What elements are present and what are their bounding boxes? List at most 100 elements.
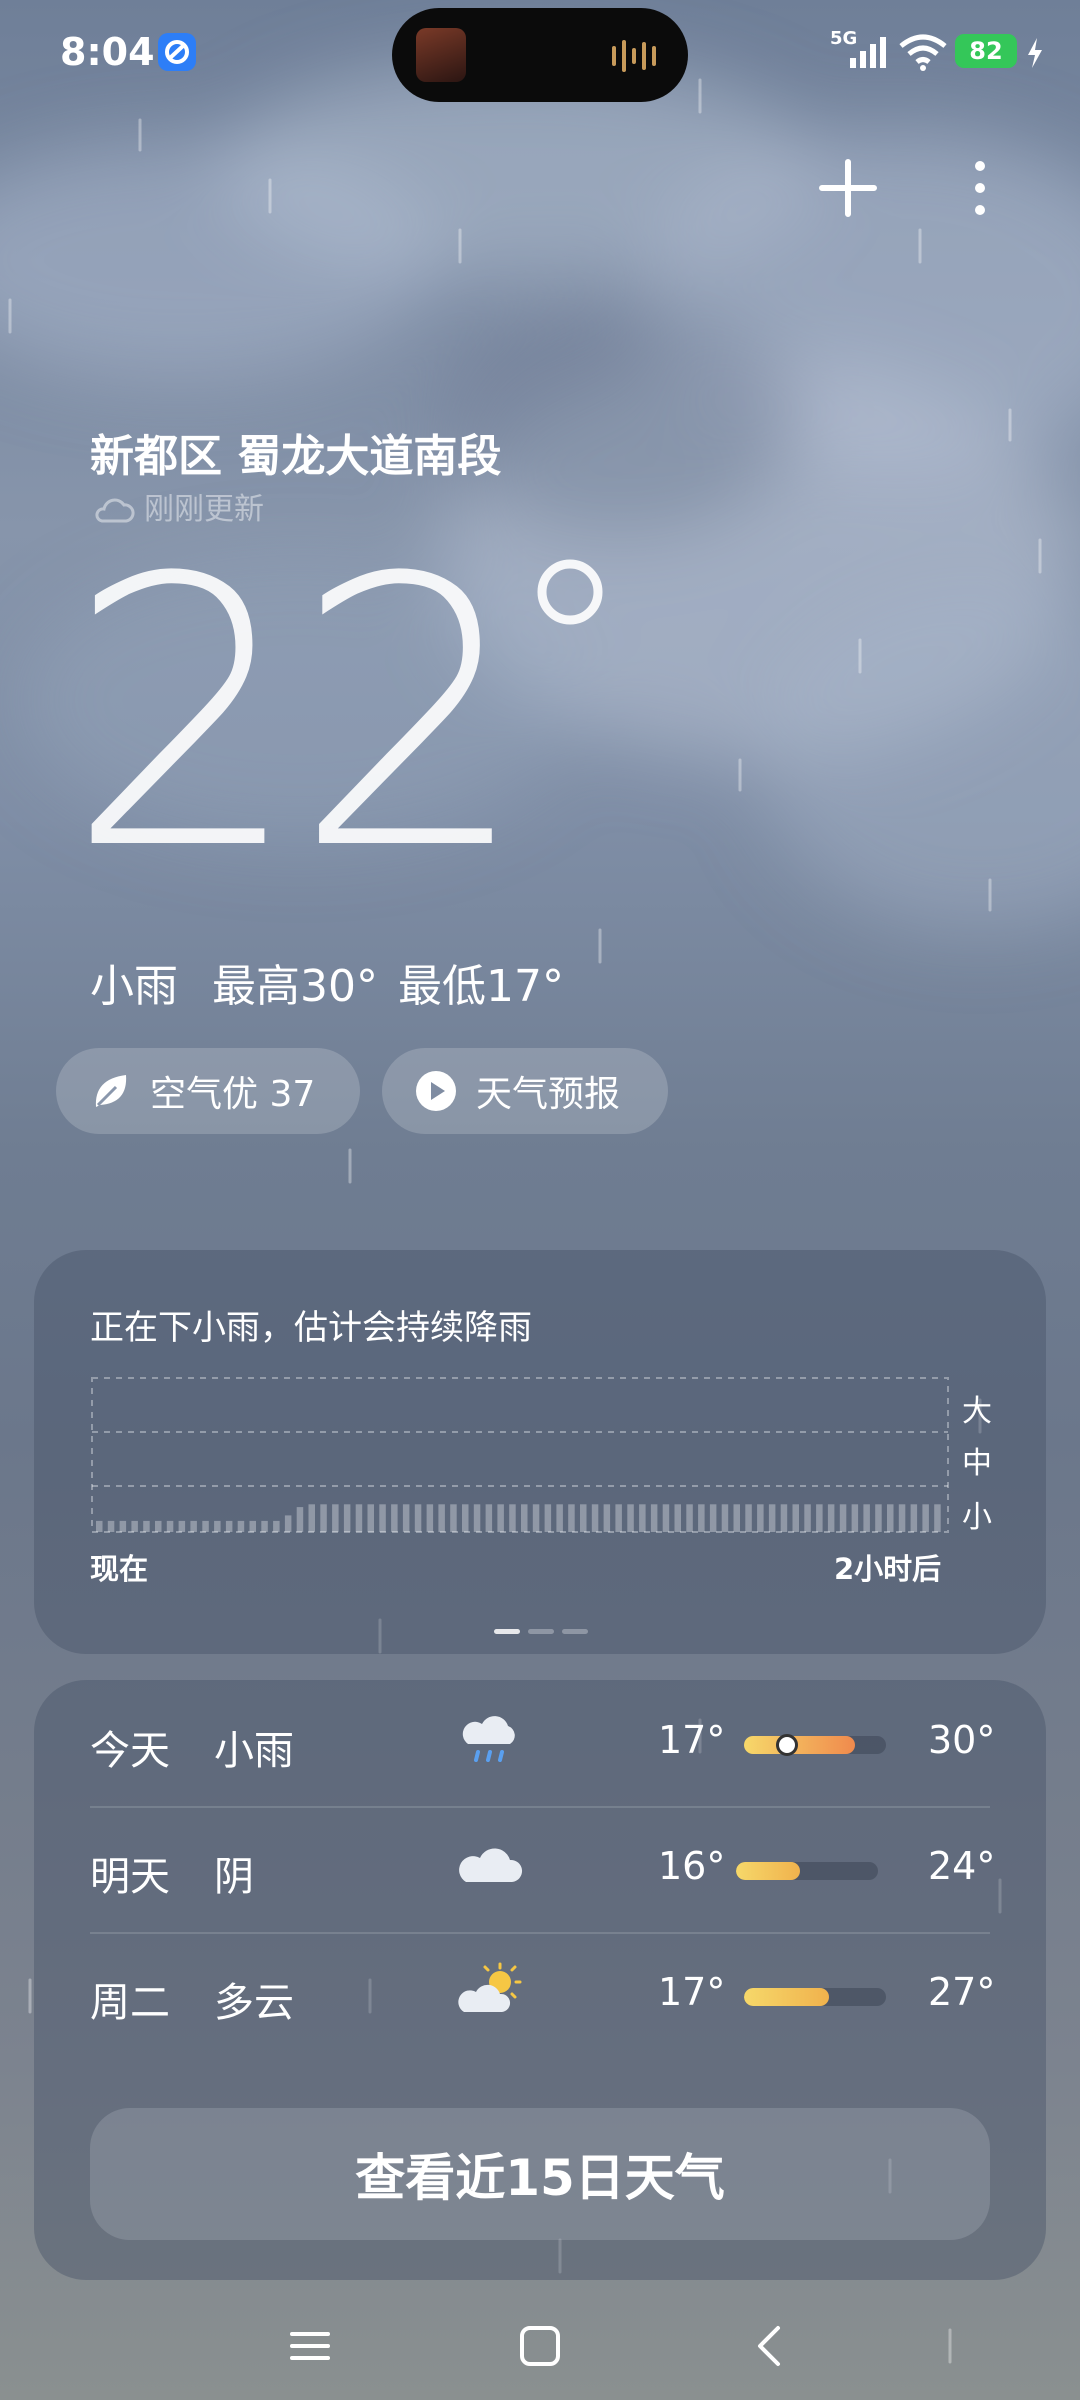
precipitation-bar bbox=[308, 1504, 315, 1532]
precipitation-bar bbox=[462, 1504, 469, 1532]
precipitation-bar bbox=[450, 1504, 457, 1532]
precipitation-bar bbox=[379, 1504, 386, 1532]
precipitation-bar bbox=[143, 1520, 150, 1532]
precipitation-summary: 正在下小雨，估计会持续降雨 bbox=[90, 1308, 532, 1348]
precipitation-bar bbox=[273, 1520, 280, 1532]
card-page-indicator bbox=[494, 1629, 588, 1634]
air-quality-label: 空气优 37 bbox=[150, 1074, 316, 1115]
view-15-day-forecast-button[interactable]: 查看近15日天气 bbox=[90, 2108, 990, 2240]
chart-end-label: 2小时后 bbox=[834, 1552, 942, 1586]
precipitation-bar bbox=[320, 1504, 327, 1532]
rain-cloud-icon bbox=[462, 1716, 515, 1762]
temperature-range-fill bbox=[744, 1988, 830, 2006]
air-quality-pill[interactable]: 空气优 37 bbox=[56, 1048, 360, 1134]
leaf-icon bbox=[95, 1075, 127, 1107]
navigation-bar bbox=[0, 2280, 1080, 2400]
page-dot bbox=[562, 1629, 588, 1634]
precipitation-bar bbox=[934, 1504, 941, 1532]
forecast-day: 周二 bbox=[90, 1980, 170, 2026]
precipitation-bar bbox=[698, 1504, 705, 1532]
precipitation-bar bbox=[473, 1504, 481, 1532]
precipitation-bar bbox=[107, 1520, 115, 1532]
temperature-range-bar bbox=[744, 1988, 886, 2006]
home-icon[interactable] bbox=[510, 2316, 570, 2376]
precipitation-bar bbox=[662, 1504, 670, 1532]
battery-indicator: 82 bbox=[955, 34, 1017, 68]
forecast-low: 17° bbox=[658, 1718, 726, 1762]
precipitation-bar bbox=[438, 1504, 445, 1532]
wifi-icon bbox=[899, 34, 947, 71]
status-bar: 8:04 5G 82 bbox=[0, 0, 1080, 108]
precipitation-bar bbox=[261, 1520, 268, 1532]
precipitation-bar bbox=[414, 1504, 422, 1532]
precipitation-bar bbox=[910, 1504, 918, 1532]
dynamic-island-media[interactable] bbox=[392, 8, 688, 102]
precipitation-bar bbox=[650, 1504, 658, 1532]
back-icon[interactable] bbox=[740, 2316, 800, 2376]
precipitation-bar bbox=[745, 1504, 752, 1532]
precipitation-bar bbox=[237, 1520, 245, 1532]
degree-symbol bbox=[537, 559, 603, 625]
app-notification-icon bbox=[158, 33, 196, 71]
precipitation-bar bbox=[568, 1504, 575, 1532]
forecast-row-tuesday[interactable]: 周二 多云 17° 27° bbox=[90, 1932, 995, 2058]
forecast-high: 24° bbox=[928, 1844, 996, 1888]
precipitation-bar bbox=[367, 1504, 374, 1532]
precipitation-bar bbox=[202, 1520, 209, 1532]
precipitation-bar bbox=[898, 1504, 906, 1532]
precipitation-bar bbox=[851, 1504, 859, 1532]
daily-forecast-card: 今天 小雨 17° 30° 明天 阴 16° 24° 周二 多云 17° 27°… bbox=[34, 1680, 1046, 2280]
precipitation-bar bbox=[615, 1504, 622, 1532]
more-options-button[interactable] bbox=[950, 150, 1010, 226]
condition-summary: 小雨 最高30° 最低17° bbox=[90, 950, 598, 1014]
play-icon bbox=[416, 1071, 456, 1111]
precipitation-chart bbox=[91, 1377, 949, 1533]
precipitation-bar bbox=[544, 1504, 552, 1532]
precipitation-bar bbox=[497, 1504, 504, 1532]
precipitation-bar bbox=[391, 1504, 398, 1532]
precipitation-bar bbox=[627, 1504, 634, 1532]
menu-icon[interactable] bbox=[280, 2316, 340, 2376]
precipitation-bar bbox=[674, 1504, 681, 1532]
precipitation-bar bbox=[155, 1520, 162, 1532]
temperature-range-bar bbox=[736, 1862, 878, 1880]
level-heavy: 大 bbox=[962, 1394, 992, 1429]
forecast-high: 27° bbox=[928, 1970, 996, 2014]
forecast-condition: 多云 bbox=[214, 1980, 294, 2026]
precipitation-bar bbox=[827, 1504, 835, 1532]
level-moderate: 中 bbox=[962, 1446, 992, 1481]
chart-start-label: 现在 bbox=[90, 1552, 149, 1586]
precipitation-bar bbox=[639, 1504, 646, 1532]
precipitation-bar bbox=[757, 1504, 764, 1532]
today-low: 最低17° bbox=[398, 961, 564, 1012]
location-name[interactable]: 新都区 蜀龙大道南段 bbox=[90, 420, 501, 484]
precipitation-bar bbox=[119, 1520, 127, 1532]
precipitation-bar bbox=[96, 1520, 103, 1532]
status-indicators: 5G 82 bbox=[830, 28, 1060, 76]
forecast-row-today[interactable]: 今天 小雨 17° 30° bbox=[90, 1680, 995, 1806]
precipitation-bar bbox=[355, 1504, 363, 1532]
weather-forecast-video-pill[interactable]: 天气预报 bbox=[382, 1048, 668, 1134]
current-temp-marker bbox=[775, 1734, 798, 1756]
minute-precipitation-card[interactable]: 正在下小雨，估计会持续降雨 大 中 小 现在 2小时后 bbox=[34, 1250, 1046, 1654]
precipitation-bar bbox=[875, 1504, 882, 1532]
precipitation-bar bbox=[343, 1504, 351, 1532]
precipitation-bar bbox=[922, 1504, 929, 1532]
temperature-range-fill bbox=[736, 1862, 800, 1880]
add-city-button[interactable] bbox=[810, 150, 886, 226]
forecast-row-tomorrow[interactable]: 明天 阴 16° 24° bbox=[90, 1806, 995, 1932]
precipitation-bar bbox=[190, 1520, 197, 1532]
precipitation-bar bbox=[580, 1504, 587, 1532]
precipitation-bar bbox=[509, 1504, 516, 1532]
precipitation-bar bbox=[839, 1504, 847, 1532]
charging-icon bbox=[1028, 38, 1042, 68]
precipitation-bar bbox=[603, 1504, 611, 1532]
audio-wave-icon bbox=[612, 40, 656, 72]
precipitation-bar bbox=[887, 1504, 894, 1532]
precipitation-bar bbox=[426, 1504, 434, 1532]
page-dot bbox=[528, 1629, 554, 1634]
precipitation-bar bbox=[166, 1520, 174, 1532]
precipitation-bar bbox=[249, 1520, 256, 1532]
weather-forecast-label: 天气预报 bbox=[476, 1074, 621, 1115]
precipitation-bar bbox=[332, 1504, 339, 1532]
